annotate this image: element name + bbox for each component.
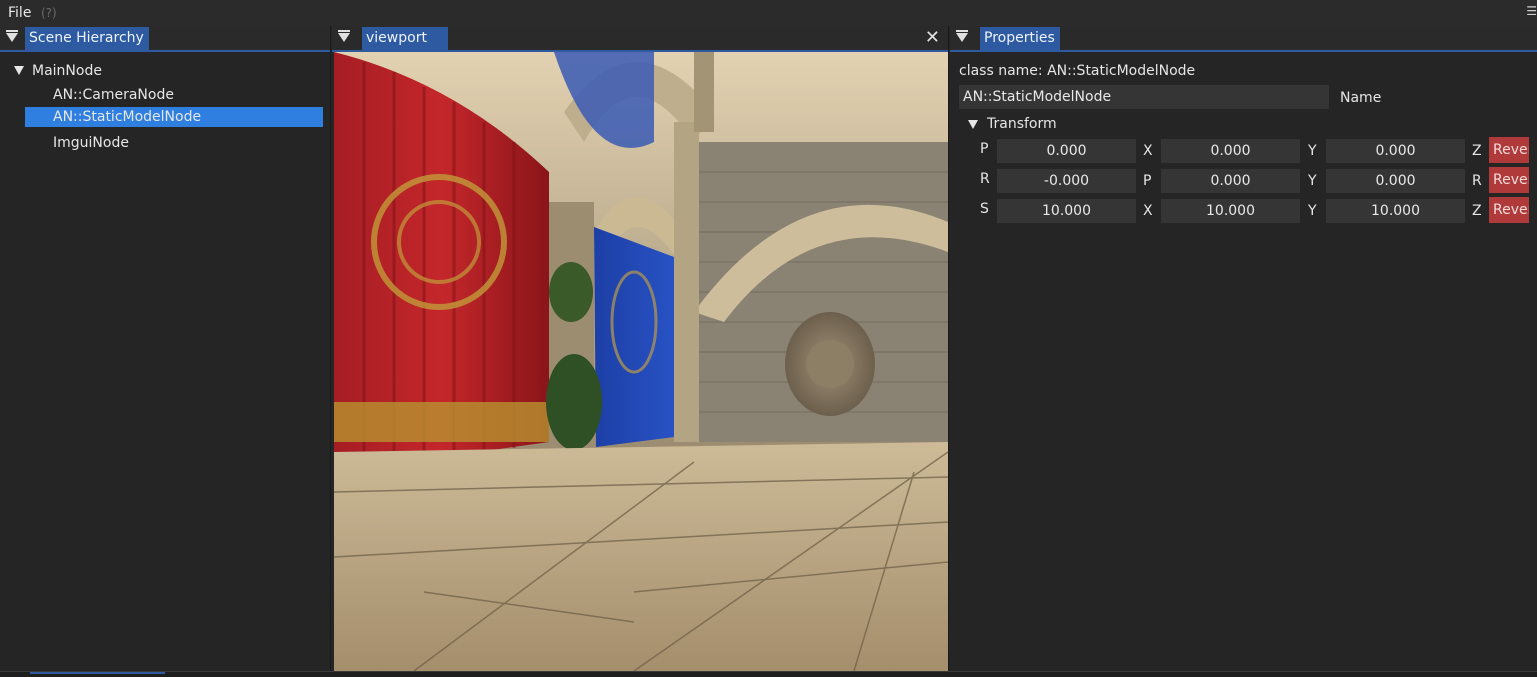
scale-y-label: Y xyxy=(1308,203,1317,219)
hierarchy-tab-bar: Scene Hierarchy xyxy=(0,26,330,52)
tab-properties[interactable]: Properties xyxy=(980,27,1060,50)
rotation-r-field[interactable]: 0.000 xyxy=(1326,169,1465,193)
scale-x-field[interactable]: 10.000 xyxy=(997,199,1136,223)
scene-hierarchy-panel: Scene Hierarchy MainNode AN::CameraNode … xyxy=(0,26,331,677)
help-marker[interactable]: (?) xyxy=(41,6,57,20)
transform-expand-icon[interactable] xyxy=(968,120,978,129)
rendered-scene-image xyxy=(334,52,948,671)
viewport-render[interactable] xyxy=(334,52,948,671)
rotation-r-label: R xyxy=(1472,173,1482,189)
tree-node-mainnode[interactable]: MainNode xyxy=(32,61,102,81)
viewport-tab-bar: viewport ✕ xyxy=(332,26,948,52)
rotation-revert-button[interactable]: Revert xyxy=(1489,167,1529,193)
bottom-accent-bar xyxy=(30,672,165,674)
tree-node-imgui[interactable]: ImguiNode xyxy=(25,133,323,153)
position-revert-button[interactable]: Revert xyxy=(1489,137,1529,163)
position-z-field[interactable]: 0.000 xyxy=(1326,139,1465,163)
position-y-field[interactable]: 0.000 xyxy=(1161,139,1300,163)
position-row-label: P xyxy=(980,141,989,157)
position-y-label: Y xyxy=(1308,143,1317,159)
viewport-panel: viewport ✕ xyxy=(332,26,949,677)
position-x-label: X xyxy=(1143,143,1153,159)
collapse-icon[interactable] xyxy=(956,30,968,42)
rotation-p-label: P xyxy=(1143,173,1152,189)
transform-header[interactable]: Transform xyxy=(987,116,1057,132)
rotation-p-field[interactable]: -0.000 xyxy=(997,169,1136,193)
name-input[interactable]: AN::StaticModelNode xyxy=(959,85,1329,109)
properties-tab-bar: Properties xyxy=(950,26,1537,52)
position-z-label: Z xyxy=(1472,143,1482,159)
rotation-y-field[interactable]: 0.000 xyxy=(1161,169,1300,193)
file-menu[interactable]: File xyxy=(8,5,31,21)
tab-scene-hierarchy[interactable]: Scene Hierarchy xyxy=(25,27,149,50)
menu-bar: File (?) ☰ xyxy=(0,0,1537,26)
tab-viewport[interactable]: viewport xyxy=(362,27,448,50)
scale-row-label: S xyxy=(980,201,989,217)
close-icon[interactable]: ✕ xyxy=(925,28,940,48)
collapse-icon[interactable] xyxy=(6,30,18,42)
rotation-row-label: R xyxy=(980,171,990,187)
name-label: Name xyxy=(1340,90,1382,106)
position-x-field[interactable]: 0.000 xyxy=(997,139,1136,163)
scale-z-field[interactable]: 10.000 xyxy=(1326,199,1465,223)
rotation-y-label: Y xyxy=(1308,173,1317,189)
expand-arrow-icon[interactable] xyxy=(14,66,24,75)
menu-overflow-icon[interactable]: ☰ xyxy=(1526,4,1537,18)
scale-z-label: Z xyxy=(1472,203,1482,219)
scale-y-field[interactable]: 10.000 xyxy=(1161,199,1300,223)
properties-panel: Properties class name: AN::StaticModelNo… xyxy=(950,26,1537,677)
tree-node-camera[interactable]: AN::CameraNode xyxy=(25,85,323,105)
scale-x-label: X xyxy=(1143,203,1153,219)
scale-revert-button[interactable]: Revert xyxy=(1489,197,1529,223)
collapse-icon[interactable] xyxy=(338,30,350,42)
bottom-status-strip xyxy=(0,671,1537,677)
class-name-label: class name: AN::StaticModelNode xyxy=(959,63,1196,79)
tree-node-staticmodel[interactable]: AN::StaticModelNode xyxy=(25,107,323,127)
